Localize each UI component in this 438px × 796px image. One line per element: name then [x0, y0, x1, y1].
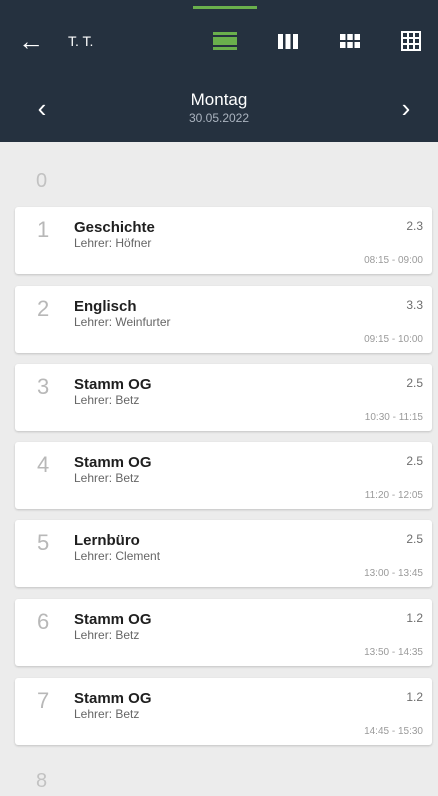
lesson-teacher: Lehrer: Weinfurter — [74, 315, 171, 329]
lesson-card[interactable]: 5 Lernbüro Lehrer: Clement 2.5 13:00 - 1… — [15, 520, 432, 587]
lesson-room: 2.5 — [406, 454, 423, 468]
day-view-icon[interactable] — [212, 30, 238, 52]
lesson-time: 14:45 - 15:30 — [364, 726, 423, 737]
large-grid-icon[interactable] — [398, 30, 424, 52]
lesson-number: 3 — [37, 374, 50, 399]
lesson-number: 7 — [37, 688, 50, 713]
lesson-subject: Stamm OG — [74, 454, 152, 471]
lesson-teacher: Lehrer: Clement — [74, 549, 161, 563]
lesson-time: 11:20 - 12:05 — [364, 490, 423, 501]
lesson-room: 2.3 — [406, 219, 423, 233]
lesson-card[interactable]: 7 Stamm OG Lehrer: Betz 1.2 14:45 - 15:3… — [15, 678, 432, 745]
lesson-subject: Geschichte — [74, 219, 155, 236]
lesson-number: 4 — [37, 452, 50, 477]
empty-slot-number: 8 — [36, 770, 48, 792]
lesson-number: 2 — [37, 296, 50, 321]
chevron-left-icon[interactable]: ‹ — [22, 90, 62, 130]
lesson-card[interactable]: 1 Geschichte Lehrer: Höfner 2.3 08:15 - … — [15, 207, 432, 274]
lesson-teacher: Lehrer: Betz — [74, 393, 140, 407]
lesson-subject: Englisch — [74, 298, 137, 315]
lesson-room: 1.2 — [406, 690, 423, 704]
lesson-number: 1 — [37, 217, 50, 242]
day-date: 30.05.2022 — [188, 111, 250, 125]
app-header: ← T. T. ‹ Montag 30.05.2022 › — [0, 0, 438, 142]
day-name: Montag — [190, 90, 248, 109]
active-view-indicator — [193, 6, 257, 9]
lesson-subject: Stamm OG — [74, 611, 152, 628]
lesson-subject: Stamm OG — [74, 690, 152, 707]
lesson-time: 10:30 - 11:15 — [364, 412, 423, 423]
small-grid-icon[interactable] — [337, 30, 363, 52]
lesson-teacher: Lehrer: Betz — [74, 628, 140, 642]
lesson-number: 6 — [37, 609, 50, 634]
empty-slot-number: 0 — [36, 170, 48, 192]
back-arrow-icon[interactable]: ← — [18, 26, 60, 56]
lesson-room: 1.2 — [406, 611, 423, 625]
lesson-time: 13:50 - 14:35 — [364, 647, 423, 658]
lesson-number: 5 — [37, 530, 50, 555]
user-name: T. T. — [68, 33, 94, 49]
lesson-room: 2.5 — [406, 532, 423, 546]
lesson-card[interactable]: 4 Stamm OG Lehrer: Betz 2.5 11:20 - 12:0… — [15, 442, 432, 509]
lesson-subject: Stamm OG — [74, 376, 152, 393]
lesson-time: 09:15 - 10:00 — [364, 334, 423, 345]
lesson-teacher: Lehrer: Betz — [74, 471, 140, 485]
lesson-card[interactable]: 2 Englisch Lehrer: Weinfurter 3.3 09:15 … — [15, 286, 432, 353]
lesson-time: 13:00 - 13:45 — [364, 568, 423, 579]
week-columns-icon[interactable] — [275, 30, 301, 52]
top-bar: ← T. T. — [0, 0, 438, 80]
day-navigation: ‹ Montag 30.05.2022 › — [0, 80, 438, 142]
lesson-card[interactable]: 3 Stamm OG Lehrer: Betz 2.5 10:30 - 11:1… — [15, 364, 432, 431]
lesson-teacher: Lehrer: Betz — [74, 707, 140, 721]
lesson-teacher: Lehrer: Höfner — [74, 236, 152, 250]
chevron-right-icon[interactable]: › — [386, 90, 426, 130]
lesson-room: 2.5 — [406, 376, 423, 390]
lesson-subject: Lernbüro — [74, 532, 140, 549]
lesson-time: 08:15 - 09:00 — [364, 255, 423, 266]
lesson-room: 3.3 — [406, 298, 423, 312]
lesson-card[interactable]: 6 Stamm OG Lehrer: Betz 1.2 13:50 - 14:3… — [15, 599, 432, 666]
